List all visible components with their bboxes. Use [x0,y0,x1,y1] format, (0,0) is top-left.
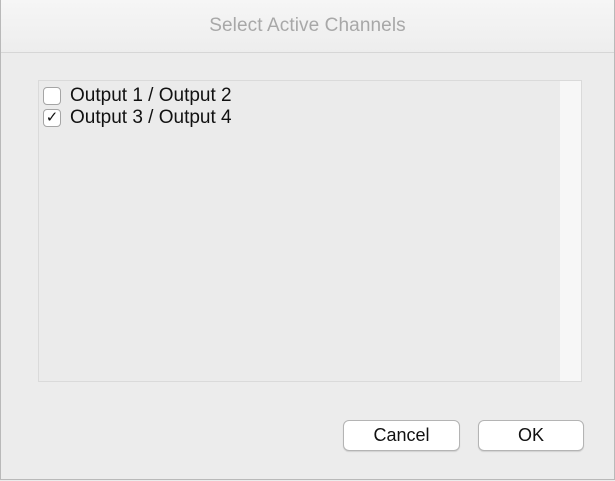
channel-label: Output 1 / Output 2 [70,85,232,106]
channel-item-output-1-2[interactable]: Output 1 / Output 2 [43,85,232,107]
checkmark-icon: ✓ [45,108,59,126]
channel-list: Output 1 / Output 2 ✓ Output 3 / Output … [39,81,561,381]
dialog-title: Select Active Channels [209,15,406,36]
cancel-button[interactable]: Cancel [343,420,460,451]
channel-checkbox-output-1-2[interactable] [43,87,61,105]
channel-label: Output 3 / Output 4 [70,107,232,128]
ok-button[interactable]: OK [478,420,584,451]
select-active-channels-dialog: Select Active Channels Output 1 / Output… [0,0,615,480]
channel-checkbox-output-3-4[interactable]: ✓ [43,109,61,127]
title-bar[interactable]: Select Active Channels [1,0,614,53]
vertical-scrollbar[interactable] [560,81,581,381]
channel-list-panel: Output 1 / Output 2 ✓ Output 3 / Output … [38,80,582,382]
channel-item-output-3-4[interactable]: ✓ Output 3 / Output 4 [43,107,232,129]
